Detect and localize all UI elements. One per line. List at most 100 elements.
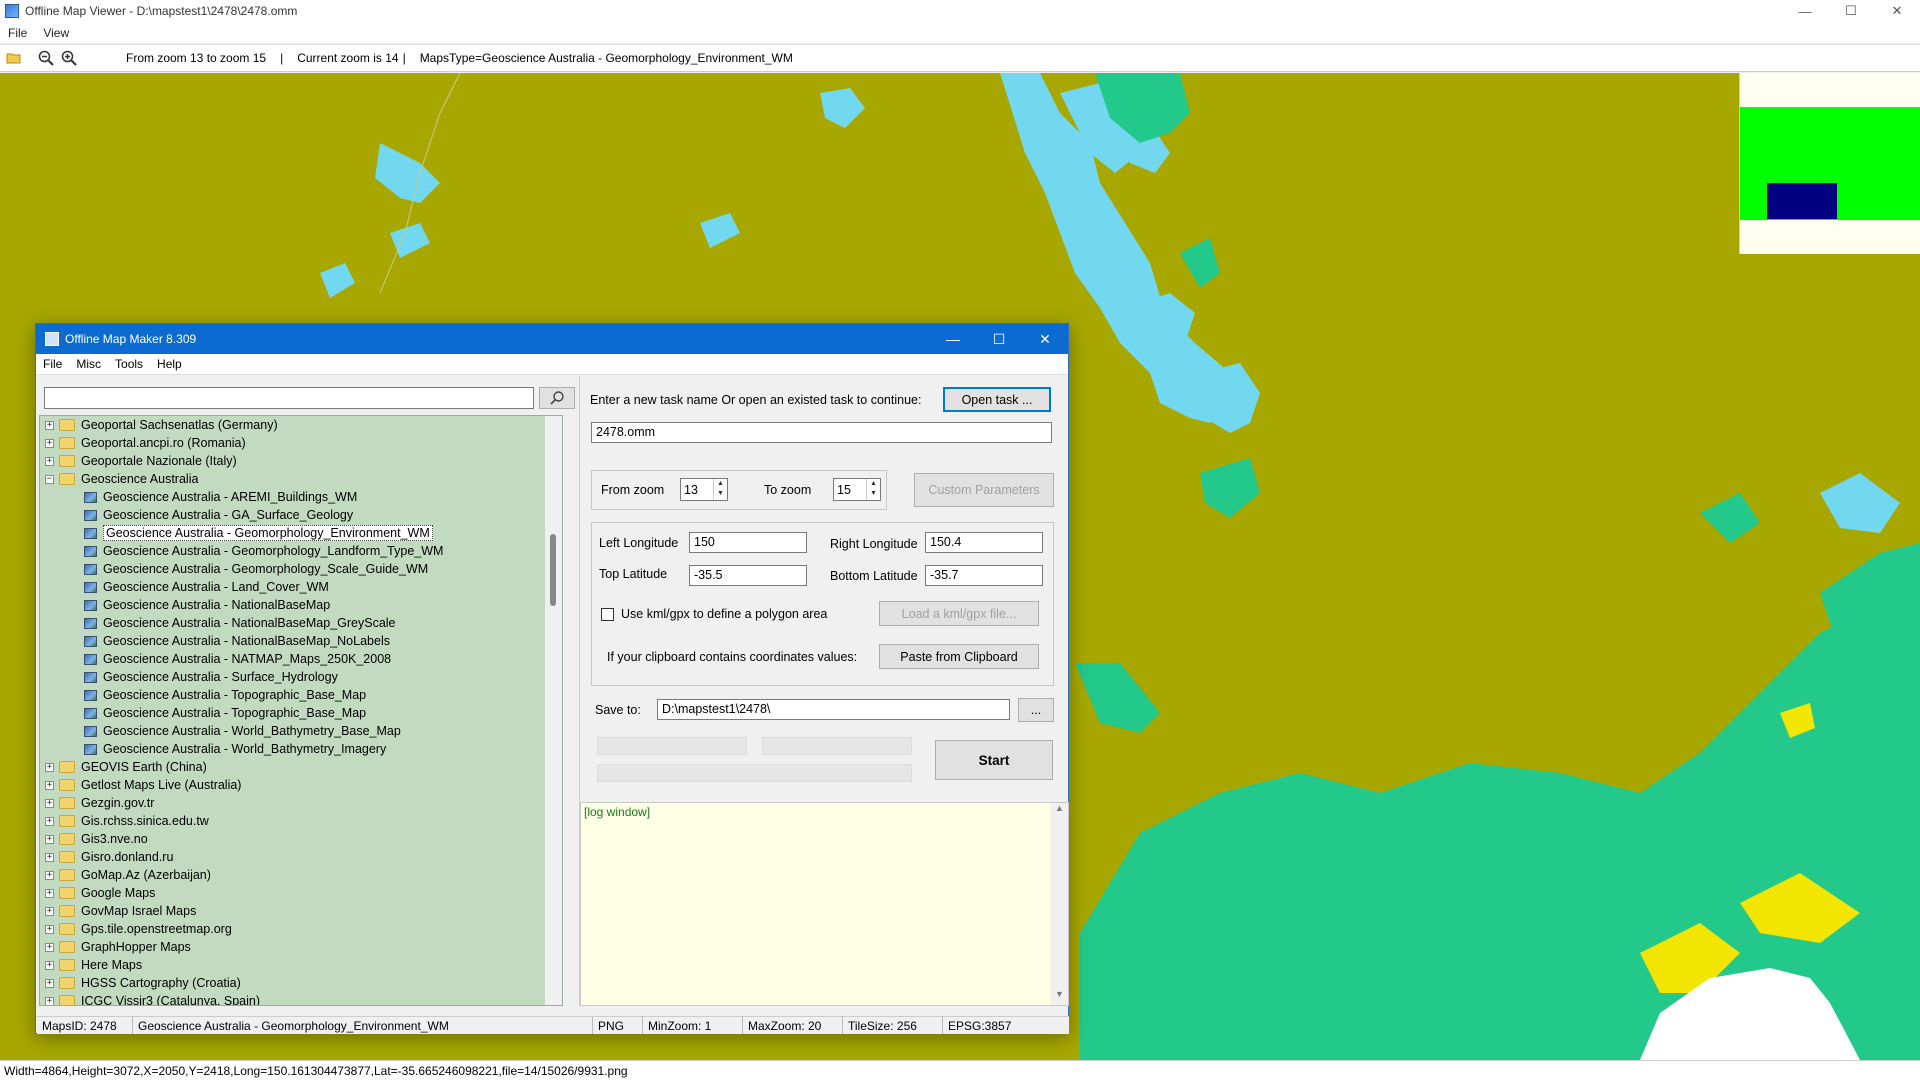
tree-folder-item[interactable]: + Google Maps <box>40 884 562 902</box>
expand-icon[interactable]: + <box>45 888 54 898</box>
use-kml-checkbox[interactable] <box>601 608 614 621</box>
save-to-field[interactable]: D:\mapstest1\2478\ <box>657 699 1010 720</box>
expand-icon[interactable]: + <box>45 816 54 826</box>
tree-map-item[interactable]: Geoscience Australia - World_Bathymetry_… <box>40 722 562 740</box>
task-name-field[interactable]: 2478.omm <box>591 422 1052 443</box>
minimize-button[interactable]: — <box>1782 0 1828 22</box>
tree-folder-item[interactable]: + Here Maps <box>40 956 562 974</box>
right-longitude-field[interactable]: 150.4 <box>925 532 1043 553</box>
dialog-maximize-button[interactable]: ☐ <box>976 324 1022 354</box>
spin-up-icon[interactable]: ▲ <box>714 479 727 489</box>
tree-folder-item[interactable]: + Gps.tile.openstreetmap.org <box>40 920 562 938</box>
tree-map-item[interactable]: Geoscience Australia - Geomorphology_Sca… <box>40 560 562 578</box>
scroll-down-icon[interactable]: ▼ <box>1051 989 1068 999</box>
tree-map-item[interactable]: Geoscience Australia - NationalBaseMap_N… <box>40 632 562 650</box>
overview-minimap[interactable] <box>1739 73 1920 254</box>
dialog-close-button[interactable]: ✕ <box>1022 324 1068 354</box>
tree-item-label: Geoscience Australia - NationalBaseMap_N… <box>103 634 390 648</box>
expand-icon[interactable]: + <box>45 942 54 952</box>
window-title: Offline Map Viewer - D:\mapstest1\2478\2… <box>25 4 298 18</box>
from-zoom-spinner[interactable]: 13 ▲ ▼ <box>680 478 728 501</box>
tree-folder-item[interactable]: + Gezgin.gov.tr <box>40 794 562 812</box>
dialog-menu-misc[interactable]: Misc <box>69 357 108 371</box>
top-latitude-field[interactable]: -35.5 <box>689 565 807 586</box>
dialog-menu-file[interactable]: File <box>36 357 69 371</box>
tree-map-item[interactable]: Geoscience Australia - NationalBaseMap_G… <box>40 614 562 632</box>
zoom-in-icon[interactable] <box>60 49 78 67</box>
expand-icon[interactable]: + <box>45 852 54 862</box>
expand-icon[interactable]: + <box>45 978 54 988</box>
expand-icon[interactable]: + <box>45 996 54 1005</box>
close-button[interactable]: ✕ <box>1874 0 1920 22</box>
custom-parameters-button[interactable]: Custom Parameters <box>914 473 1054 507</box>
start-button[interactable]: Start <box>935 740 1053 780</box>
log-scrollbar[interactable]: ▲ ▼ <box>1051 803 1068 1005</box>
zoom-out-icon[interactable] <box>37 49 55 67</box>
expand-icon[interactable]: + <box>45 456 54 466</box>
tree-item-label: Geoscience Australia - NationalBaseMap_G… <box>103 616 396 630</box>
tree-folder-item[interactable]: + Gis3.nve.no <box>40 830 562 848</box>
dialog-minimize-button[interactable]: — <box>930 324 976 354</box>
maximize-button[interactable]: ☐ <box>1828 0 1874 22</box>
open-folder-icon[interactable] <box>5 49 23 67</box>
tree-folder-item[interactable]: + Gisro.donland.ru <box>40 848 562 866</box>
tree-folder-item[interactable]: + Geoportal.ancpi.ro (Romania) <box>40 434 562 452</box>
tree-map-item[interactable]: Geoscience Australia - Surface_Hydrology <box>40 668 562 686</box>
tree-folder-item[interactable]: + GEOVIS Earth (China) <box>40 758 562 776</box>
browse-folder-button[interactable]: ... <box>1018 698 1054 722</box>
tree-map-item[interactable]: Geoscience Australia - NATMAP_Maps_250K_… <box>40 650 562 668</box>
to-zoom-spinner[interactable]: 15 ▲ ▼ <box>833 478 881 501</box>
spin-down-icon[interactable]: ▼ <box>714 489 727 499</box>
map-layer-icon <box>84 545 97 557</box>
overview-viewport[interactable] <box>1767 183 1837 219</box>
tree-map-item[interactable]: Geoscience Australia - Land_Cover_WM <box>40 578 562 596</box>
expand-icon[interactable]: + <box>45 780 54 790</box>
scroll-up-icon[interactable]: ▲ <box>1051 803 1068 813</box>
expand-icon[interactable]: + <box>45 438 54 448</box>
tree-folder-item[interactable]: + HGSS Cartography (Croatia) <box>40 974 562 992</box>
menu-file[interactable]: File <box>0 26 35 40</box>
menu-view[interactable]: View <box>35 26 77 40</box>
expand-icon[interactable]: + <box>45 906 54 916</box>
log-window[interactable]: [log window] ▲ ▼ <box>580 802 1069 1006</box>
tree-folder-item[interactable]: + GoMap.Az (Azerbaijan) <box>40 866 562 884</box>
tree-folder-item[interactable]: + Geoportale Nazionale (Italy) <box>40 452 562 470</box>
tree-map-item[interactable]: Geoscience Australia - Topographic_Base_… <box>40 686 562 704</box>
tree-map-item[interactable]: Geoscience Australia - Topographic_Base_… <box>40 704 562 722</box>
spin-up-icon[interactable]: ▲ <box>867 479 880 489</box>
paste-clipboard-button[interactable]: Paste from Clipboard <box>879 644 1039 669</box>
expand-icon[interactable]: + <box>45 834 54 844</box>
expand-icon[interactable]: + <box>45 960 54 970</box>
open-task-button[interactable]: Open task ... <box>943 387 1051 412</box>
spin-down-icon[interactable]: ▼ <box>867 489 880 499</box>
tree-folder-item[interactable]: + Getlost Maps Live (Australia) <box>40 776 562 794</box>
bottom-latitude-field[interactable]: -35.7 <box>925 565 1043 586</box>
expand-icon[interactable]: + <box>45 762 54 772</box>
map-search-input[interactable] <box>44 387 534 409</box>
dialog-menu-tools[interactable]: Tools <box>108 357 150 371</box>
tree-folder-item[interactable]: + GraphHopper Maps <box>40 938 562 956</box>
tree-map-item[interactable]: Geoscience Australia - NationalBaseMap <box>40 596 562 614</box>
left-longitude-field[interactable]: 150 <box>689 532 807 553</box>
search-button[interactable] <box>539 387 575 409</box>
expand-icon[interactable]: + <box>45 924 54 934</box>
tree-folder-item[interactable]: + Geoportal Sachsenatlas (Germany) <box>40 416 562 434</box>
tree-folder-item[interactable]: + ICGC Vissir3 (Catalunya, Spain) <box>40 992 562 1005</box>
tree-folder-item[interactable]: + Gis.rchss.sinica.edu.tw <box>40 812 562 830</box>
tree-map-item[interactable]: Geoscience Australia - Geomorphology_Lan… <box>40 542 562 560</box>
tree-map-item[interactable]: Geoscience Australia - Geomorphology_Env… <box>40 524 562 542</box>
expand-icon[interactable]: + <box>45 870 54 880</box>
expand-icon[interactable]: + <box>45 420 54 430</box>
tree-folder-item[interactable]: + GovMap Israel Maps <box>40 902 562 920</box>
load-kml-button[interactable]: Load a kml/gpx file... <box>879 601 1039 626</box>
expand-icon[interactable]: + <box>45 798 54 808</box>
collapse-icon[interactable]: − <box>45 474 54 484</box>
map-source-tree[interactable]: + Geoportal Sachsenatlas (Germany) + Geopor… <box>39 415 563 1006</box>
tree-scroll-thumb[interactable] <box>550 534 556 606</box>
tree-folder-item[interactable]: − Geoscience Australia <box>40 470 562 488</box>
tree-map-item[interactable]: Geoscience Australia - AREMI_Buildings_W… <box>40 488 562 506</box>
tree-map-item[interactable]: Geoscience Australia - GA_Surface_Geolog… <box>40 506 562 524</box>
tree-scrollbar[interactable] <box>545 416 562 1005</box>
dialog-menu-help[interactable]: Help <box>150 357 189 371</box>
tree-map-item[interactable]: Geoscience Australia - World_Bathymetry_… <box>40 740 562 758</box>
